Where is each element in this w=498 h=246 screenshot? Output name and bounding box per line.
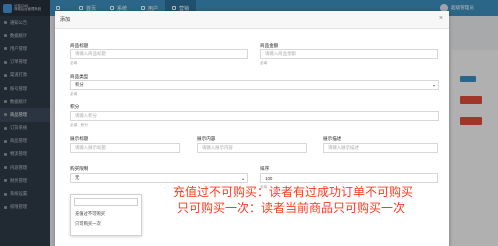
- dropdown-option[interactable]: 充值过不可购买: [75, 211, 105, 217]
- points-hint: 必填，积分: [70, 123, 88, 127]
- modal-title: 添加: [60, 17, 71, 23]
- dropdown-search-input[interactable]: [74, 198, 138, 206]
- limit-purchase-label: 购买限制: [70, 166, 89, 171]
- modal-header: 添加: [55, 11, 449, 29]
- dropdown-option[interactable]: 只可购买一次: [75, 221, 101, 227]
- display-content-label: 展示内容: [197, 136, 216, 141]
- display-title-label: 展示标题: [70, 136, 89, 141]
- annotation-line-1: 充值过不可购买：读者有过成功订单不可购买: [173, 185, 414, 199]
- points-label: 积分: [70, 104, 80, 109]
- product-title-input[interactable]: 请输入商品标题: [70, 49, 248, 59]
- display-content-input[interactable]: 请输入展示内容: [197, 143, 307, 153]
- limit-purchase-dropdown: 充值过不可购买 只可购买一次: [70, 194, 142, 236]
- sort-label: 排序: [260, 166, 270, 171]
- limit-purchase-select[interactable]: 无 ▴: [70, 173, 248, 183]
- close-icon[interactable]: ×: [439, 15, 443, 22]
- product-type-select[interactable]: 积分 ▾: [70, 80, 439, 90]
- annotation-line-2: 只可购买一次：读者当前商品只可购买一次: [177, 201, 406, 215]
- product-title-hint: 必填: [70, 61, 78, 65]
- points-input[interactable]: 请输入积分: [70, 111, 439, 121]
- limit-purchase-value: 无: [75, 175, 80, 180]
- product-type-value: 积分: [75, 82, 84, 87]
- display-desc-label: 展示描述: [323, 136, 342, 141]
- chevron-down-icon: ▾: [432, 82, 435, 88]
- display-title-input[interactable]: 请输入展示标题: [70, 143, 180, 153]
- display-desc-input[interactable]: 请输入展示描述: [323, 143, 438, 153]
- product-type-hint: 必填: [70, 92, 78, 96]
- sort-input[interactable]: 100: [260, 173, 438, 183]
- product-price-hint: 必填: [260, 61, 268, 65]
- product-price-input[interactable]: 请输入商品金额: [260, 49, 438, 59]
- chevron-down-icon: ▴: [241, 175, 244, 181]
